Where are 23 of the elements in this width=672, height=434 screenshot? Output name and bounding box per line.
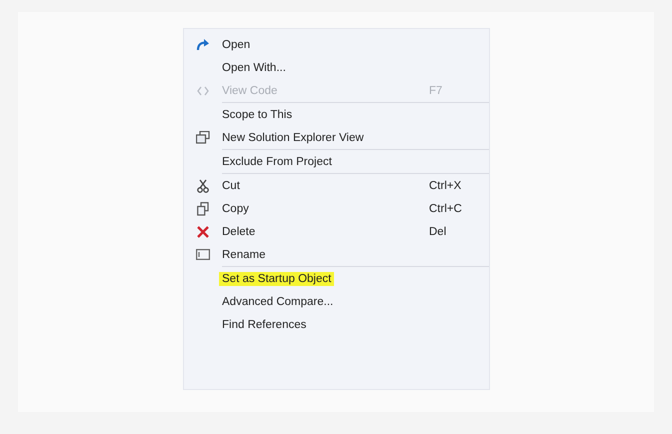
code-icon	[197, 86, 209, 96]
close-icon	[197, 226, 209, 238]
menu-item[interactable]: Find References	[219, 318, 310, 332]
menu-item[interactable]: Exclude From Project	[219, 154, 335, 168]
shortcut-text: Ctrl+X	[429, 180, 462, 192]
menu-item[interactable]: Open	[219, 38, 254, 52]
menu-item[interactable]: Rename	[219, 248, 268, 262]
menu-item[interactable]: Open With...	[219, 60, 289, 74]
menu-item[interactable]: Cut	[219, 178, 243, 192]
menu-item[interactable]: Advanced Compare...	[219, 294, 336, 308]
rename-icon	[196, 249, 210, 260]
copy-icon	[197, 202, 209, 216]
menu-item[interactable]: Delete	[219, 224, 258, 238]
redo-arrow-icon	[196, 38, 210, 50]
shortcut-text: F7	[429, 84, 444, 96]
windows-icon	[196, 131, 210, 144]
menu-item[interactable]: Set as Startup Object	[219, 272, 334, 286]
menu-item[interactable]: Copy	[219, 202, 252, 216]
scissors-icon	[197, 178, 209, 192]
shortcut-text: Del	[429, 226, 448, 238]
shortcut-text: Ctrl+C	[429, 202, 463, 214]
menu-item[interactable]: Scope to This	[219, 108, 296, 122]
menu-item[interactable]: New Solution Explorer View	[219, 130, 367, 144]
